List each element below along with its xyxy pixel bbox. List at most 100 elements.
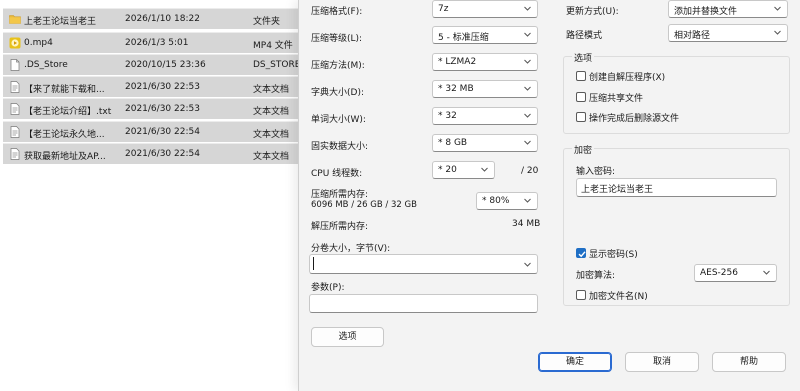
text-file-icon [10, 126, 20, 138]
dict-label: 字典大小(D): [311, 88, 364, 98]
method-value: * LZMA2 [438, 57, 477, 67]
password-label: 输入密码: [576, 167, 616, 177]
solid-value: * 8 GB [438, 138, 468, 148]
password-value: 上老王论坛当老王 [581, 185, 654, 195]
shared-label: 压缩共享文件 [589, 94, 644, 104]
chevron-down-icon [524, 113, 531, 118]
file-name: 上老王论坛当老王 [24, 17, 97, 27]
checkbox-box [576, 112, 586, 122]
screen: 上老王论坛当老王 2026/1/10 18:22 文件夹 0.mp4 2026/… [0, 0, 800, 391]
split-input[interactable] [309, 254, 538, 274]
enc-method-select[interactable]: AES-256 [694, 264, 777, 282]
file-row-txt-1[interactable]: 【来了就能下载和... 2021/6/30 22:53 文本文档 [3, 76, 305, 97]
mem-compress-detail: 6096 MB / 26 GB / 32 GB [311, 200, 417, 210]
method-select[interactable]: * LZMA2 [432, 53, 538, 71]
file-row-txt-4[interactable]: 获取最新地址及AP... 2021/6/30 22:54 文本文档 [3, 143, 305, 164]
chevron-down-icon [524, 198, 531, 203]
chevron-down-icon [763, 270, 770, 275]
file-date: 2020/10/15 23:36 [125, 60, 206, 70]
file-row-folder[interactable]: 上老王论坛当老王 2026/1/10 18:22 文件夹 [3, 8, 305, 29]
file-date: 2021/6/30 22:53 [125, 104, 200, 114]
format-value: 7z [438, 4, 449, 14]
text-cursor [313, 257, 314, 270]
file-row-txt-3[interactable]: 【老王论坛永久地... 2021/6/30 22:54 文本文档 [3, 121, 305, 142]
file-date: 2026/1/10 18:22 [125, 14, 200, 24]
enc-method-value: AES-256 [700, 268, 738, 278]
chevron-down-icon [524, 6, 531, 11]
encryption-group-title: 加密 [572, 143, 595, 156]
threads-select[interactable]: * 20 [432, 161, 495, 179]
file-name: 【来了就能下载和... [24, 85, 105, 95]
file-date: 2026/1/3 5:01 [125, 38, 189, 48]
checkbox-box [576, 290, 586, 300]
path-mode-select[interactable]: 相对路径 [668, 24, 788, 42]
threads-label: CPU 线程数: [311, 169, 363, 179]
encrypt-names-label: 加密文件名(N) [589, 292, 648, 302]
options-group-title: 选项 [572, 51, 595, 64]
chevron-down-icon [524, 140, 531, 145]
level-value: 5 - 标准压缩 [438, 33, 489, 43]
dict-select[interactable]: * 32 MB [432, 80, 538, 98]
params-label: 参数(P): [311, 283, 345, 293]
threads-max: / 20 [521, 166, 539, 176]
file-date: 2021/6/30 22:53 [125, 82, 200, 92]
file-type: 文本文档 [253, 130, 290, 140]
format-select[interactable]: 7z [432, 0, 538, 18]
update-value: 添加并替换文件 [674, 7, 738, 17]
checkbox-box [576, 92, 586, 102]
chevron-down-icon [524, 59, 531, 64]
file-name: 【老王论坛永久地... [24, 130, 105, 140]
file-list: 上老王论坛当老王 2026/1/10 18:22 文件夹 0.mp4 2026/… [0, 0, 305, 391]
file-date: 2021/6/30 22:54 [125, 149, 200, 159]
mem-decompress-label: 解压所需内存: [311, 222, 369, 232]
sfx-label: 创建自解压程序(X) [589, 73, 666, 83]
threads-value: * 20 [438, 165, 457, 175]
help-button[interactable]: 帮助 [712, 352, 786, 372]
word-value: * 32 [438, 111, 457, 121]
password-input[interactable]: 上老王论坛当老王 [576, 178, 777, 197]
ok-button[interactable]: 确定 [538, 352, 612, 372]
file-type: MP4 文件 [253, 41, 293, 51]
chevron-down-icon [774, 6, 781, 11]
options-button[interactable]: 选项 [311, 327, 384, 347]
cancel-button[interactable]: 取消 [625, 352, 699, 372]
show-password-label: 显示密码(S) [589, 250, 638, 260]
file-icon [10, 59, 20, 71]
update-label: 更新方式(U): [566, 7, 619, 17]
file-row-txt-2[interactable]: 【老王论坛介绍】.txt 2021/6/30 22:53 文本文档 [3, 98, 305, 119]
word-label: 单词大小(W): [311, 115, 366, 125]
path-mode-value: 相对路径 [674, 31, 711, 41]
path-mode-label: 路径模式 [566, 31, 603, 41]
folder-icon [9, 15, 21, 24]
file-type: 文本文档 [253, 107, 290, 117]
file-name: 【老王论坛介绍】.txt [24, 107, 112, 117]
mem-decompress-value: 34 MB [512, 219, 541, 229]
chevron-down-icon [524, 262, 531, 267]
chevron-down-icon [524, 86, 531, 91]
file-row-mp4[interactable]: 0.mp4 2026/1/3 5:01 MP4 文件 [3, 32, 305, 53]
word-select[interactable]: * 32 [432, 107, 538, 125]
delete-after-label: 操作完成后删除源文件 [589, 114, 680, 124]
mem-percent-select[interactable]: * 80% [476, 192, 538, 210]
file-row-ds-store[interactable]: .DS_Store 2020/10/15 23:36 DS_STORE [3, 54, 305, 75]
file-date: 2021/6/30 22:54 [125, 127, 200, 137]
split-label: 分卷大小，字节(V): [311, 244, 391, 254]
checkbox-box [576, 71, 586, 81]
solid-select[interactable]: * 8 GB [432, 134, 538, 152]
checkbox-checked-icon [576, 248, 586, 258]
solid-label: 固实数据大小: [311, 142, 369, 152]
file-name: .DS_Store [24, 60, 68, 70]
file-type: DS_STORE [253, 60, 301, 70]
enc-method-label: 加密算法: [576, 271, 616, 281]
file-name: 0.mp4 [24, 38, 53, 48]
update-select[interactable]: 添加并替换文件 [668, 0, 788, 18]
chevron-down-icon [524, 32, 531, 37]
text-file-icon [10, 103, 20, 115]
file-type: 文本文档 [253, 85, 290, 95]
chevron-down-icon [481, 167, 488, 172]
level-select[interactable]: 5 - 标准压缩 [432, 26, 538, 44]
file-name: 获取最新地址及AP... [24, 152, 106, 162]
params-input[interactable] [309, 294, 538, 313]
dict-value: * 32 MB [438, 84, 474, 94]
video-file-icon [9, 37, 21, 49]
